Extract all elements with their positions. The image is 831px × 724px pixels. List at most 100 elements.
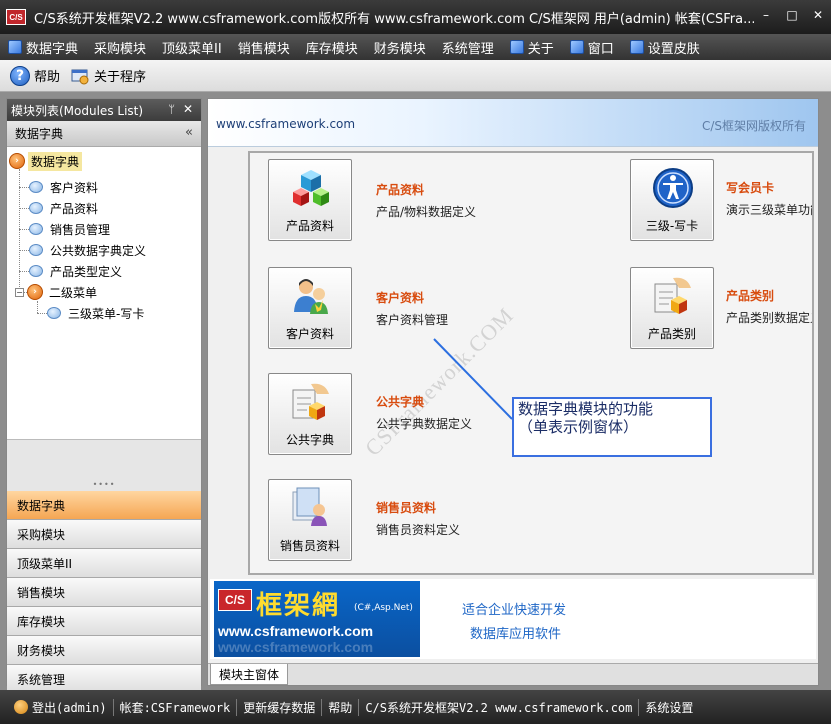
app-logo-icon: C/S	[6, 9, 26, 25]
nav-label: 销售模块	[17, 585, 66, 600]
panel-splitter[interactable]: ••••	[7, 439, 201, 491]
skin-icon	[629, 40, 644, 54]
tree-label: 数据字典	[28, 151, 83, 171]
nav-finance[interactable]: 财务模块	[7, 636, 201, 665]
about-icon	[509, 40, 524, 54]
group-title: 数据字典	[15, 127, 64, 141]
status-text: 登出(admin)	[32, 700, 107, 715]
menu-skin[interactable]: 设置皮肤	[629, 38, 700, 57]
user-icon	[14, 700, 28, 714]
help-icon: ?	[10, 65, 30, 86]
status-version: C/S系统开发框架V2.2 www.csframework.com	[359, 698, 640, 716]
minimize-button[interactable]: –	[759, 8, 773, 22]
toolbar: ? 帮助 关于程序	[0, 60, 831, 92]
module-tree: − › 数据字典 客户资料 产品资料 销售员管理 公共数据字典定义 产品类型定义…	[7, 147, 201, 439]
pin-icon[interactable]: ᛘ	[168, 103, 175, 116]
slogan-line-1: 适合企业快速开发	[462, 603, 567, 618]
status-text: 更新缓存数据	[243, 700, 316, 715]
about-program-icon	[70, 66, 90, 86]
expand-toggle[interactable]: −	[15, 288, 24, 297]
menu-label: 窗口	[587, 41, 614, 57]
menu-sales[interactable]: 销售模块	[238, 38, 290, 57]
modules-panel: 模块列表(Modules List) ᛘ ✕ 数据字典 « − › 数据字典 客…	[6, 98, 202, 710]
menu-top-level-ii[interactable]: 顶级菜单II	[162, 38, 222, 57]
node-arrow-icon: ›	[9, 153, 25, 169]
status-text: 帮助	[328, 700, 353, 715]
tree-node-second-level[interactable]: › 二级菜单	[27, 282, 100, 302]
menu-label: 财务模块	[373, 41, 426, 57]
tree-node-third-level-card[interactable]: 三级菜单-写卡	[47, 303, 147, 323]
status-account: 帐套:CSFramework	[114, 698, 238, 716]
status-text: 系统设置	[645, 700, 694, 715]
nav-label: 数据字典	[17, 498, 66, 513]
menu-purchase[interactable]: 采购模块	[94, 38, 146, 57]
collapse-icon[interactable]: «	[185, 125, 193, 140]
status-logout[interactable]: 登出(admin)	[8, 698, 114, 716]
tree-node-common-dictionary[interactable]: 公共数据字典定义	[29, 240, 149, 260]
slogan-line-2: 数据库应用软件	[470, 627, 562, 642]
node-bullet-icon	[29, 223, 43, 235]
nav-data-dictionary[interactable]: 数据字典	[7, 491, 201, 520]
tree-label: 产品资料	[50, 201, 99, 216]
close-button[interactable]: ✕	[811, 8, 825, 22]
nav-inventory[interactable]: 库存模块	[7, 607, 201, 636]
status-bar: 登出(admin) 帐套:CSFramework 更新缓存数据 帮助 C/S系统…	[0, 690, 831, 724]
menu-inventory[interactable]: 库存模块	[306, 38, 358, 57]
menu-finance[interactable]: 财务模块	[374, 38, 426, 57]
nav-label: 库存模块	[17, 614, 66, 629]
nav-purchase[interactable]: 采购模块	[7, 520, 201, 549]
menu-data-dictionary[interactable]: 数据字典	[8, 38, 78, 57]
callout-line-1: 数据字典模块的功能	[518, 402, 654, 418]
status-system-settings[interactable]: 系统设置	[639, 699, 699, 716]
panel-close-icon[interactable]: ✕	[183, 102, 193, 116]
about-program-label: 关于程序	[94, 70, 147, 85]
logo-url-reflection: www.csframework.com	[218, 639, 374, 655]
tree-label: 公共数据字典定义	[50, 243, 147, 258]
menu-label: 数据字典	[26, 41, 79, 57]
maximize-button[interactable]: □	[785, 8, 799, 22]
nav-top-level-ii[interactable]: 顶级菜单II	[7, 549, 201, 578]
status-text: 帐套:CSFramework	[119, 700, 231, 715]
window-icon	[569, 40, 584, 54]
window-title: C/S系统开发框架V2.2 www.csframework.com版权所有 ww…	[34, 11, 754, 27]
group-header[interactable]: 数据字典 «	[7, 121, 201, 147]
logo-url: www.csframework.com	[218, 623, 374, 639]
tree-node-product-type[interactable]: 产品类型定义	[29, 261, 125, 281]
csframework-logo[interactable]: C/S 框架網 (C#,Asp.Net) www.csframework.com…	[214, 581, 420, 657]
panel-title: 模块列表(Modules List)	[11, 103, 144, 118]
nav-sales[interactable]: 销售模块	[7, 578, 201, 607]
callout-box: 数据字典模块的功能 （单表示例窗体）	[512, 397, 712, 457]
main-area: www.csframework.com C/S框架网版权所有 CSFramewo…	[207, 98, 819, 686]
help-label: 帮助	[34, 70, 61, 85]
about-program-button[interactable]: 关于程序	[70, 66, 146, 86]
modules-panel-header: 模块列表(Modules List) ᛘ ✕	[7, 99, 201, 121]
help-button[interactable]: ? 帮助	[10, 65, 61, 86]
menu-bar: 数据字典 采购模块 顶级菜单II 销售模块 库存模块 财务模块 系统管理 关于 …	[0, 34, 831, 60]
tree-node-product[interactable]: 产品资料	[29, 198, 101, 218]
tree-node-customer[interactable]: 客户资料	[29, 177, 101, 197]
tree-label: 销售员管理	[50, 222, 111, 237]
status-text: C/S系统开发框架V2.2 www.csframework.com	[365, 700, 633, 715]
menu-system[interactable]: 系统管理	[442, 38, 494, 57]
nav-label: 系统管理	[17, 672, 66, 687]
nav-label: 顶级菜单II	[17, 556, 73, 571]
menu-about[interactable]: 关于	[509, 38, 554, 57]
node-bullet-icon	[29, 244, 43, 256]
status-refresh-cache[interactable]: 更新缓存数据	[237, 698, 323, 716]
title-bar: C/S C/S系统开发框架V2.2 www.csframework.com版权所…	[0, 0, 831, 34]
logo-brand-sub: (C#,Asp.Net)	[354, 603, 413, 613]
nav-label: 采购模块	[17, 527, 66, 542]
site-url: www.csframework.com	[216, 117, 356, 131]
tree-node-salesperson[interactable]: 销售员管理	[29, 219, 113, 239]
menu-window[interactable]: 窗口	[569, 38, 614, 57]
menu-label: 顶级菜单II	[162, 41, 222, 57]
tree-node-data-dictionary[interactable]: › 数据字典	[9, 151, 83, 171]
status-help[interactable]: 帮助	[322, 698, 360, 716]
tab-main-form[interactable]: 模块主窗体	[210, 664, 289, 685]
callout-connector	[433, 338, 513, 420]
menu-label: 关于	[527, 41, 554, 57]
tree-label: 客户资料	[50, 180, 99, 195]
menu-label: 库存模块	[305, 41, 358, 57]
module-content: CSFramework.COM 产品资料 产品资料 产品/物料数据定义 客户资料…	[248, 151, 814, 575]
tree-label: 二级菜单	[49, 285, 98, 300]
